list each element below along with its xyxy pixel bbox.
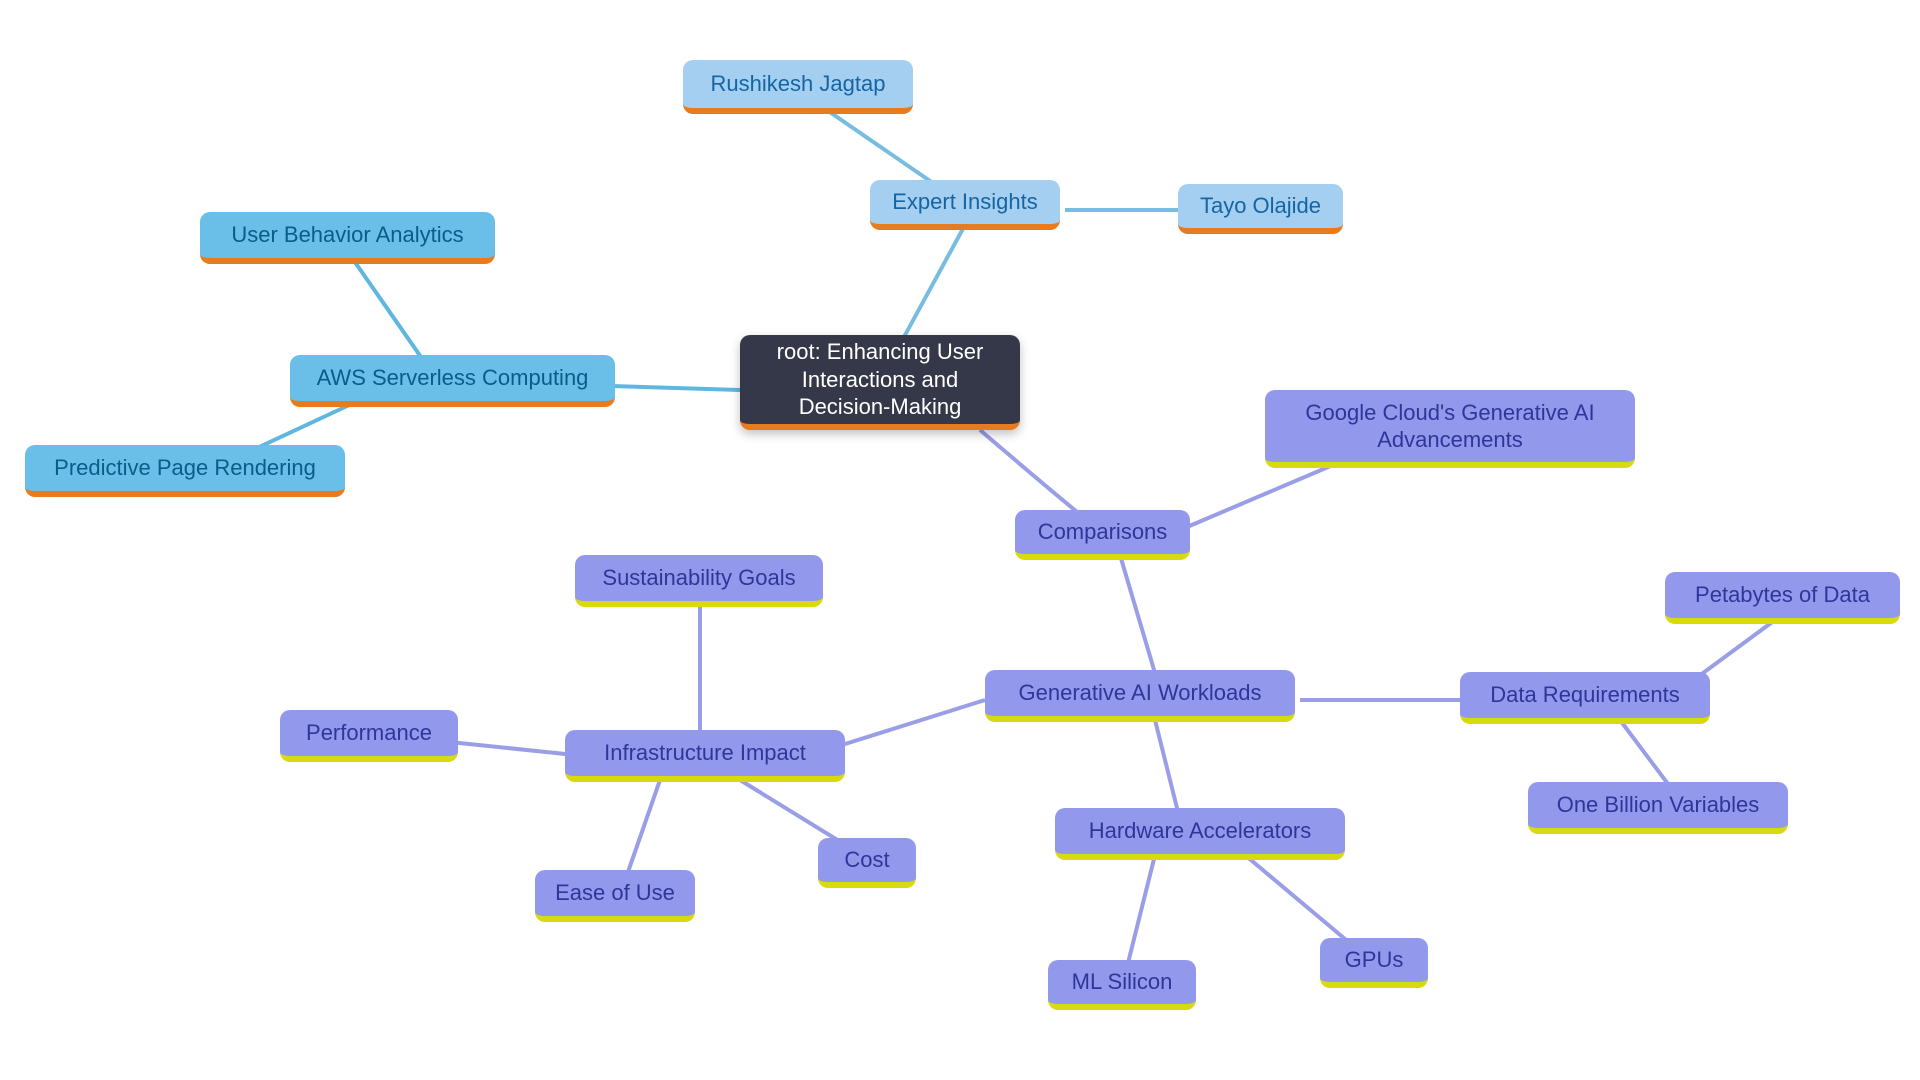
- node-label: Infrastructure Impact: [604, 739, 806, 767]
- node-rushikesh[interactable]: Rushikesh Jagtap: [683, 60, 913, 114]
- node-user-behavior[interactable]: User Behavior Analytics: [200, 212, 495, 264]
- node-label: Google Cloud's Generative AI Advancement…: [1283, 399, 1617, 454]
- node-label: Expert Insights: [892, 188, 1038, 216]
- node-label: Ease of Use: [555, 879, 675, 907]
- node-aws[interactable]: AWS Serverless Computing: [290, 355, 615, 407]
- node-comparisons[interactable]: Comparisons: [1015, 510, 1190, 560]
- node-sustainability[interactable]: Sustainability Goals: [575, 555, 823, 607]
- node-ease[interactable]: Ease of Use: [535, 870, 695, 922]
- node-label: Cost: [844, 846, 889, 874]
- node-google[interactable]: Google Cloud's Generative AI Advancement…: [1265, 390, 1635, 468]
- node-label: Data Requirements: [1490, 681, 1680, 709]
- node-label: Rushikesh Jagtap: [711, 70, 886, 98]
- node-label: Performance: [306, 719, 432, 747]
- mindmap-canvas: root: Enhancing User Interactions and De…: [0, 0, 1920, 1080]
- node-petabytes[interactable]: Petabytes of Data: [1665, 572, 1900, 624]
- node-label: AWS Serverless Computing: [317, 364, 589, 392]
- node-mlsilicon[interactable]: ML Silicon: [1048, 960, 1196, 1010]
- node-label: GPUs: [1345, 946, 1404, 974]
- node-label: One Billion Variables: [1557, 791, 1760, 819]
- root-label: root: Enhancing User Interactions and De…: [758, 338, 1002, 421]
- root-node[interactable]: root: Enhancing User Interactions and De…: [740, 335, 1020, 430]
- node-genai[interactable]: Generative AI Workloads: [985, 670, 1295, 722]
- node-datareq[interactable]: Data Requirements: [1460, 672, 1710, 724]
- node-label: Comparisons: [1038, 518, 1168, 546]
- node-predictive[interactable]: Predictive Page Rendering: [25, 445, 345, 497]
- node-tayo[interactable]: Tayo Olajide: [1178, 184, 1343, 234]
- node-label: Predictive Page Rendering: [54, 454, 316, 482]
- node-cost[interactable]: Cost: [818, 838, 916, 888]
- node-label: ML Silicon: [1072, 968, 1173, 996]
- node-label: Hardware Accelerators: [1089, 817, 1312, 845]
- node-label: Sustainability Goals: [602, 564, 795, 592]
- node-gpus[interactable]: GPUs: [1320, 938, 1428, 988]
- node-expert-insights[interactable]: Expert Insights: [870, 180, 1060, 230]
- node-infra[interactable]: Infrastructure Impact: [565, 730, 845, 782]
- node-label: Tayo Olajide: [1200, 192, 1321, 220]
- node-label: User Behavior Analytics: [231, 221, 463, 249]
- node-label: Petabytes of Data: [1695, 581, 1870, 609]
- edges-layer: [0, 0, 1920, 1080]
- node-label: Generative AI Workloads: [1019, 679, 1262, 707]
- node-hardware[interactable]: Hardware Accelerators: [1055, 808, 1345, 860]
- node-performance[interactable]: Performance: [280, 710, 458, 762]
- node-billion[interactable]: One Billion Variables: [1528, 782, 1788, 834]
